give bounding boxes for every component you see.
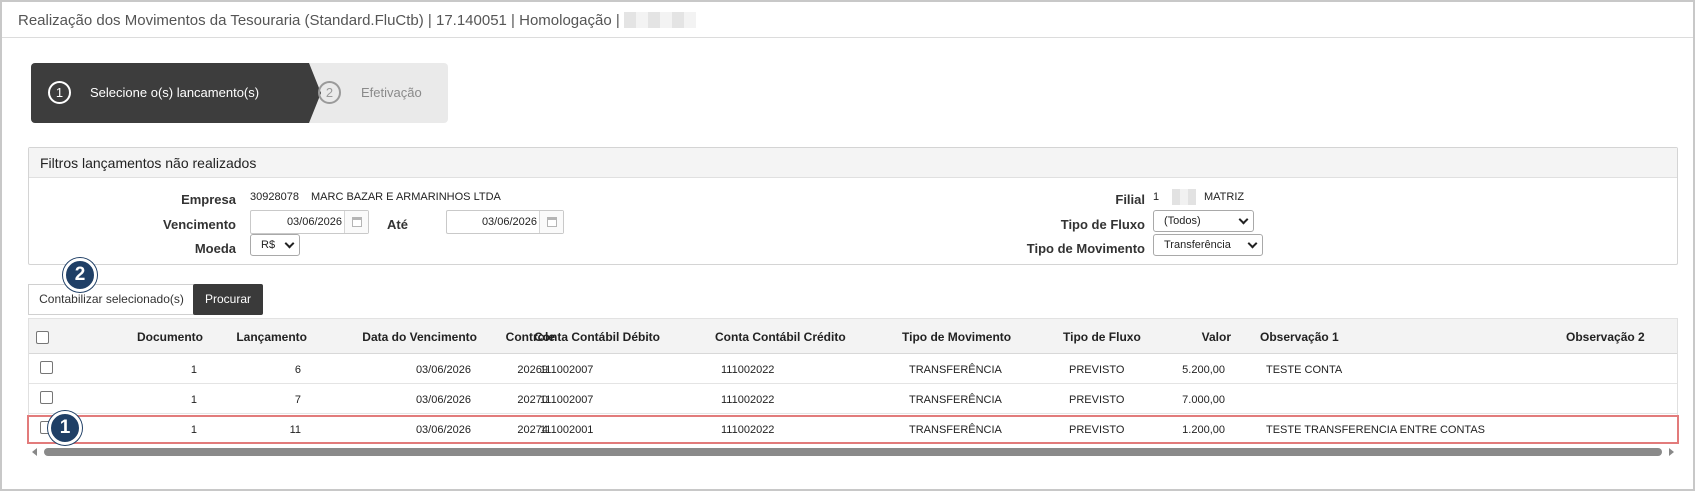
title-bar: Realização dos Movimentos da Tesouraria … [2,2,1693,38]
chevron-down-icon [1238,214,1249,225]
tipo-fluxo-selected-value: (Todos) [1164,215,1201,227]
vencimento-date-input[interactable]: 03/06/2026 [250,210,369,234]
cell-observacao-1: TESTE CONTA [1266,364,1343,376]
header-tipo-movimento[interactable]: Tipo de Movimento [902,330,1011,344]
cell-conta-credito: 111002022 [721,364,775,376]
wizard-step-1[interactable]: 1 Selecione o(s) lancamento(s) [31,63,321,123]
ate-date-value: 03/06/2026 [481,216,537,228]
empresa-name: MARC BAZAR E ARMARINHOS LTDA [311,191,501,203]
cell-controle: 20270 [517,394,548,406]
cell-documento: 1 [190,364,197,376]
filial-name: MATRIZ [1204,191,1245,203]
cell-tipo-fluxo: PREVISTO [1069,364,1125,376]
calendar-icon [352,217,362,227]
redacted-environment [623,12,696,28]
cell-valor: 5.200,00 [1182,364,1225,376]
scroll-left-icon[interactable] [32,448,37,456]
calendar-icon [547,217,557,227]
wizard-steps: 1 Selecione o(s) lancamento(s) 2 Efetiva… [31,63,448,123]
empresa-code: 30928078 [250,191,299,203]
horizontal-scrollbar[interactable] [28,446,1678,458]
callout-badge-1: 1 [48,411,82,445]
cell-controle: 20269 [517,364,548,376]
ate-date-input[interactable]: 03/06/2026 [446,210,564,234]
header-lancamento[interactable]: Lançamento [203,330,307,344]
vencimento-label: Vencimento [163,217,236,232]
callout-badge-2: 2 [63,258,97,292]
tipo-movimento-select[interactable]: Transferência [1153,234,1263,256]
filters-title: Filtros lançamentos não realizados [40,155,257,171]
redacted-filial [1172,189,1196,205]
cell-conta-credito: 111002022 [721,394,775,406]
cell-conta-debito: 111002007 [540,364,594,376]
moeda-select[interactable]: R$ [250,234,300,256]
step-2-label: Efetivação [361,85,422,100]
scrollbar-thumb[interactable] [44,448,1662,456]
header-conta-debito[interactable]: Conta Contábil Débito [534,330,660,344]
filial-code: 1 [1153,191,1160,203]
tipo-movimento-label: Tipo de Movimento [1026,241,1145,256]
empresa-label: Empresa [181,192,236,207]
header-tipo-fluxo[interactable]: Tipo de Fluxo [1063,330,1141,344]
row-checkbox[interactable] [40,361,53,374]
cell-data-vencimento: 03/06/2026 [415,364,471,376]
step-1-number: 1 [48,81,71,104]
ate-calendar-button[interactable] [539,211,563,233]
header-documento[interactable]: Documento [99,330,203,344]
cell-lancamento: 7 [294,394,301,406]
table-row[interactable]: 1 7 03/06/2026 20270 111002007 111002022… [29,384,1677,414]
highlighted-row-outline [27,415,1679,444]
cell-valor: 7.000,00 [1182,394,1225,406]
cell-lancamento: 6 [294,364,301,376]
cell-tipo-fluxo: PREVISTO [1069,394,1125,406]
header-data-vencimento[interactable]: Data do Vencimento [307,330,477,344]
table-row[interactable]: 1 6 03/06/2026 20269 111002007 111002022… [29,354,1677,384]
filters-panel: Filtros lançamentos não realizados Empre… [28,147,1678,265]
chevron-down-icon [1247,238,1258,249]
moeda-label: Moeda [194,241,236,256]
header-observacao-2[interactable]: Observação 2 [1566,330,1645,344]
chevron-down-icon [284,238,295,249]
procurar-button[interactable]: Procurar [193,284,263,315]
window-title: Realização dos Movimentos da Tesouraria … [18,12,696,29]
step-2-number: 2 [318,81,341,104]
row-checkbox[interactable] [40,391,53,404]
step-1-label: Selecione o(s) lancamento(s) [90,85,260,100]
select-all-checkbox[interactable] [36,331,49,344]
scroll-right-icon[interactable] [1669,448,1674,456]
ate-label: Até [387,217,408,232]
cell-tipo-movimento: TRANSFERÊNCIA [909,364,1002,376]
vencimento-date-value: 03/06/2026 [286,216,342,228]
header-valor[interactable]: Valor [1149,330,1231,344]
filial-label: Filial [1115,192,1145,207]
header-observacao-1[interactable]: Observação 1 [1260,330,1339,344]
moeda-selected-value: R$ [261,239,276,251]
filters-header: Filtros lançamentos não realizados [29,148,1677,178]
table-header: Documento Lançamento Data do Vencimento … [29,318,1677,354]
vencimento-calendar-button[interactable] [344,211,368,233]
tipo-fluxo-label: Tipo de Fluxo [1060,217,1145,232]
cell-documento: 1 [190,394,197,406]
cell-tipo-movimento: TRANSFERÊNCIA [909,394,1002,406]
tipo-fluxo-select[interactable]: (Todos) [1153,210,1254,232]
contabilizar-button[interactable]: Contabilizar selecionado(s) [28,284,194,315]
cell-conta-debito: 111002007 [540,394,594,406]
tipo-movimento-selected-value: Transferência [1164,239,1231,251]
cell-data-vencimento: 03/06/2026 [415,394,471,406]
header-conta-credito[interactable]: Conta Contábil Crédito [715,330,846,344]
